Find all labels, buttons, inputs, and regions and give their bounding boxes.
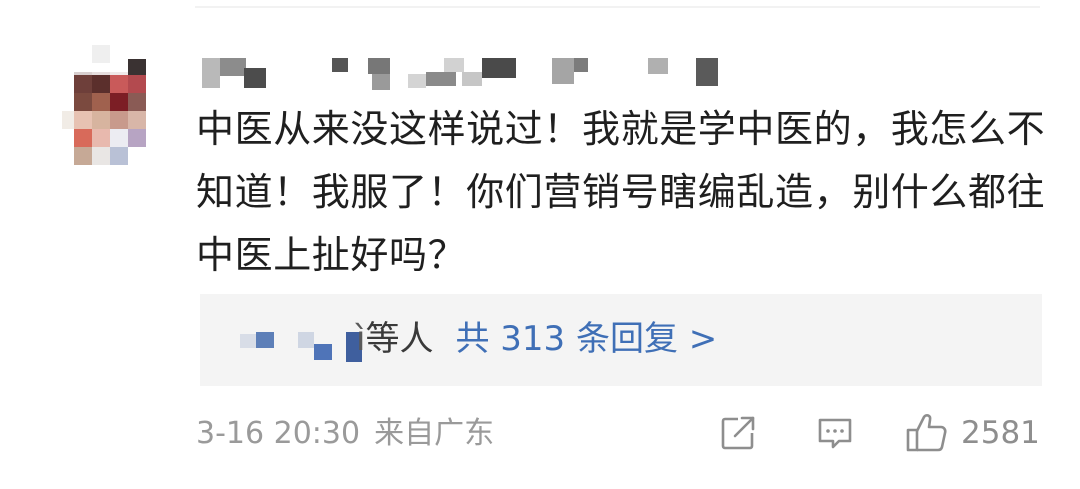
comment-icon — [818, 418, 852, 449]
share-icon — [721, 416, 755, 450]
reply-summary: ì等人共 313 条回复 > — [356, 314, 717, 364]
top-divider — [195, 6, 1040, 8]
comment-meta: 3-16 20:30 来自广东 — [196, 412, 494, 456]
reply-count-link[interactable]: 共 313 条回复 > — [455, 319, 717, 359]
timestamp: 3-16 20:30 — [196, 416, 361, 451]
thumbs-up-icon — [906, 414, 947, 452]
reply-avatars-redacted — [238, 320, 368, 364]
like-button[interactable]: 2581 — [905, 411, 1040, 455]
share-button[interactable] — [718, 411, 758, 455]
avatar[interactable] — [62, 45, 158, 175]
username-redacted[interactable] — [200, 50, 740, 90]
reply-preview[interactable]: ì等人共 313 条回复 > — [200, 294, 1042, 386]
comment-text: 中医从来没这样说过！我就是学中医的，我怎么不知道！我服了！你们营销号瞎编乱造，别… — [196, 107, 1046, 277]
comment-button[interactable] — [815, 411, 855, 455]
reply-names-suffix: 等人 — [365, 319, 434, 359]
location: 来自广东 — [374, 416, 495, 451]
like-count: 2581 — [961, 415, 1040, 451]
